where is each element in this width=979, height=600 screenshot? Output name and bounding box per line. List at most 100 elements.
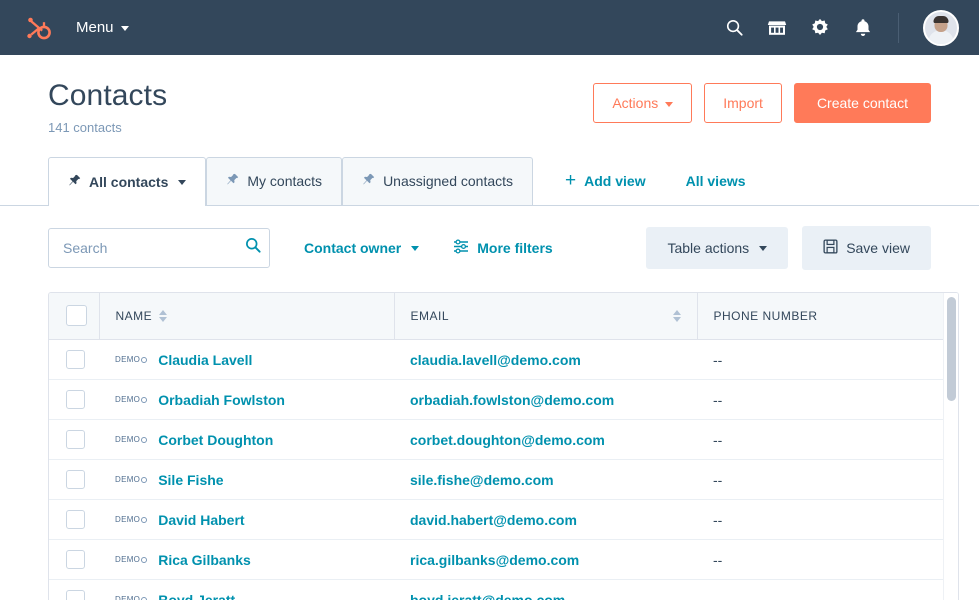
contact-email-link[interactable]: rica.gilbanks@demo.com xyxy=(410,552,579,568)
name-cell: DEMO Orbadiah Fowlston xyxy=(99,379,394,420)
table-actions-button[interactable]: Table actions xyxy=(646,226,789,269)
marketplace-icon[interactable] xyxy=(766,17,788,39)
contact-email-link[interactable]: corbet.doughton@demo.com xyxy=(410,432,605,448)
table-row[interactable]: DEMO Rica Gilbanks rica.gilbanks@demo.com -… xyxy=(49,539,958,580)
view-tabs: All contacts My contacts Unassigned cont… xyxy=(0,156,979,206)
row-checkbox[interactable] xyxy=(66,350,85,369)
column-header-phone[interactable]: PHONE NUMBER xyxy=(697,292,958,340)
contact-email-link[interactable]: sile.fishe@demo.com xyxy=(410,472,554,488)
row-checkbox[interactable] xyxy=(66,390,85,409)
chevron-down-icon xyxy=(411,246,420,251)
notifications-bell-icon[interactable] xyxy=(852,17,874,39)
pin-icon xyxy=(362,173,375,189)
tab-unassigned-contacts[interactable]: Unassigned contacts xyxy=(342,156,534,205)
table-row[interactable]: DEMO Sile Fishe sile.fishe@demo.com -- xyxy=(49,459,958,500)
column-header-email-label: EMAIL xyxy=(410,308,450,323)
table-row[interactable]: DEMO Claudia Lavell claudia.lavell@demo.co… xyxy=(49,339,958,380)
select-all-checkbox[interactable] xyxy=(66,305,87,327)
column-header-email[interactable]: EMAIL xyxy=(394,292,698,340)
email-cell: orbadiah.fowlston@demo.com xyxy=(394,379,697,420)
top-nav-actions xyxy=(723,9,959,46)
phone-value: -- xyxy=(713,351,723,368)
column-header-name[interactable]: NAME xyxy=(99,292,395,340)
contact-email-link[interactable]: boyd.jeratt@demo.com xyxy=(410,592,565,600)
import-button[interactable]: Import xyxy=(704,83,782,123)
row-checkbox[interactable] xyxy=(66,550,85,569)
title-block: Contacts 141 contacts xyxy=(48,79,593,135)
phone-value: -- xyxy=(713,431,723,448)
select-all-header xyxy=(49,292,100,340)
email-cell: rica.gilbanks@demo.com xyxy=(394,539,697,580)
save-view-label: Save view xyxy=(846,239,910,256)
contact-name-link[interactable]: Orbadiah Fowlston xyxy=(158,392,285,408)
contact-name-link[interactable]: Claudia Lavell xyxy=(158,352,252,368)
hubspot-sprocket-logo[interactable] xyxy=(16,6,60,50)
more-filters-button[interactable]: More filters xyxy=(453,238,553,257)
phone-cell: -- xyxy=(697,459,958,500)
all-views-label: All views xyxy=(685,172,746,189)
tab-my-contacts[interactable]: My contacts xyxy=(206,156,343,205)
row-select-cell xyxy=(49,419,99,460)
contact-email-link[interactable]: orbadiah.fowlston@demo.com xyxy=(410,392,614,408)
add-view-button[interactable]: + Add view xyxy=(551,157,660,205)
main-menu-button[interactable]: Menu xyxy=(72,13,133,42)
phone-value: -- xyxy=(713,391,723,408)
actions-button[interactable]: Actions xyxy=(593,83,693,123)
chevron-down-icon xyxy=(178,180,187,185)
table-controls: Table actions Save view xyxy=(646,225,959,270)
avatar[interactable] xyxy=(923,9,959,46)
table-row[interactable]: DEMO Corbet Doughton corbet.doughton@demo.… xyxy=(49,419,958,460)
scrollbar-thumb[interactable] xyxy=(947,296,956,401)
row-select-cell xyxy=(49,539,99,580)
search-icon[interactable] xyxy=(723,17,745,39)
contact-name-link[interactable]: Sile Fishe xyxy=(158,472,223,488)
settings-gear-icon[interactable] xyxy=(809,17,831,39)
demo-badge: DEMO xyxy=(115,435,148,444)
phone-cell: -- xyxy=(697,379,958,420)
save-view-button[interactable]: Save view xyxy=(802,225,931,270)
create-contact-button[interactable]: Create contact xyxy=(793,83,931,123)
name-cell: DEMO Rica Gilbanks xyxy=(99,539,394,580)
table-vertical-scrollbar[interactable] xyxy=(943,292,958,600)
table-actions-label: Table actions xyxy=(667,239,750,256)
contact-name-link[interactable]: Corbet Doughton xyxy=(158,432,273,448)
contact-email-link[interactable]: claudia.lavell@demo.com xyxy=(410,352,581,368)
contact-name-link[interactable]: Rica Gilbanks xyxy=(158,552,251,568)
chevron-down-icon xyxy=(665,101,674,107)
sort-arrows-icon[interactable] xyxy=(159,309,168,322)
tab-unassigned-contacts-label: Unassigned contacts xyxy=(383,173,514,189)
table-header-row: NAME EMAIL PHONE NUMBER xyxy=(49,292,958,340)
contact-name-link[interactable]: David Habert xyxy=(158,512,244,528)
search-input[interactable] xyxy=(63,239,244,256)
import-button-label: Import xyxy=(723,95,763,111)
header-actions: Actions Import Create contact xyxy=(593,83,959,123)
row-checkbox[interactable] xyxy=(66,590,85,600)
search-field[interactable] xyxy=(48,227,270,268)
demo-badge: DEMO xyxy=(115,475,148,484)
search-icon[interactable] xyxy=(244,236,262,259)
row-checkbox[interactable] xyxy=(66,510,85,529)
table-row[interactable]: DEMO Orbadiah Fowlston orbadiah.fowlston@d… xyxy=(49,379,958,420)
contact-email-link[interactable]: david.habert@demo.com xyxy=(410,512,577,528)
table-body: DEMO Claudia Lavell claudia.lavell@demo.co… xyxy=(49,339,958,600)
table-row[interactable]: DEMO Boyd Jeratt boyd.jeratt@demo.com -- xyxy=(49,579,958,600)
contact-owner-label: Contact owner xyxy=(304,239,402,256)
row-checkbox[interactable] xyxy=(66,470,85,489)
contact-name-link[interactable]: Boyd Jeratt xyxy=(158,592,235,600)
column-header-phone-label: PHONE NUMBER xyxy=(713,308,818,323)
all-views-button[interactable]: All views xyxy=(672,157,760,205)
phone-value: -- xyxy=(713,551,723,568)
demo-badge: DEMO xyxy=(115,395,148,404)
contact-owner-filter[interactable]: Contact owner xyxy=(304,239,420,256)
top-navigation-bar: Menu xyxy=(0,0,979,55)
page-header: Contacts 141 contacts Actions Import Cre… xyxy=(0,55,979,135)
filter-bar: Contact owner More filters Table actions xyxy=(0,206,979,270)
tab-all-contacts[interactable]: All contacts xyxy=(48,156,207,206)
contacts-table: NAME EMAIL PHONE NUMBER DEMO Claudia Lav… xyxy=(49,292,958,600)
sort-arrows-icon[interactable] xyxy=(672,309,681,322)
add-view-label: Add view xyxy=(584,172,646,189)
table-row[interactable]: DEMO David Habert david.habert@demo.com -- xyxy=(49,499,958,540)
row-checkbox[interactable] xyxy=(66,430,85,449)
email-cell: sile.fishe@demo.com xyxy=(394,459,697,500)
email-cell: claudia.lavell@demo.com xyxy=(394,339,697,380)
